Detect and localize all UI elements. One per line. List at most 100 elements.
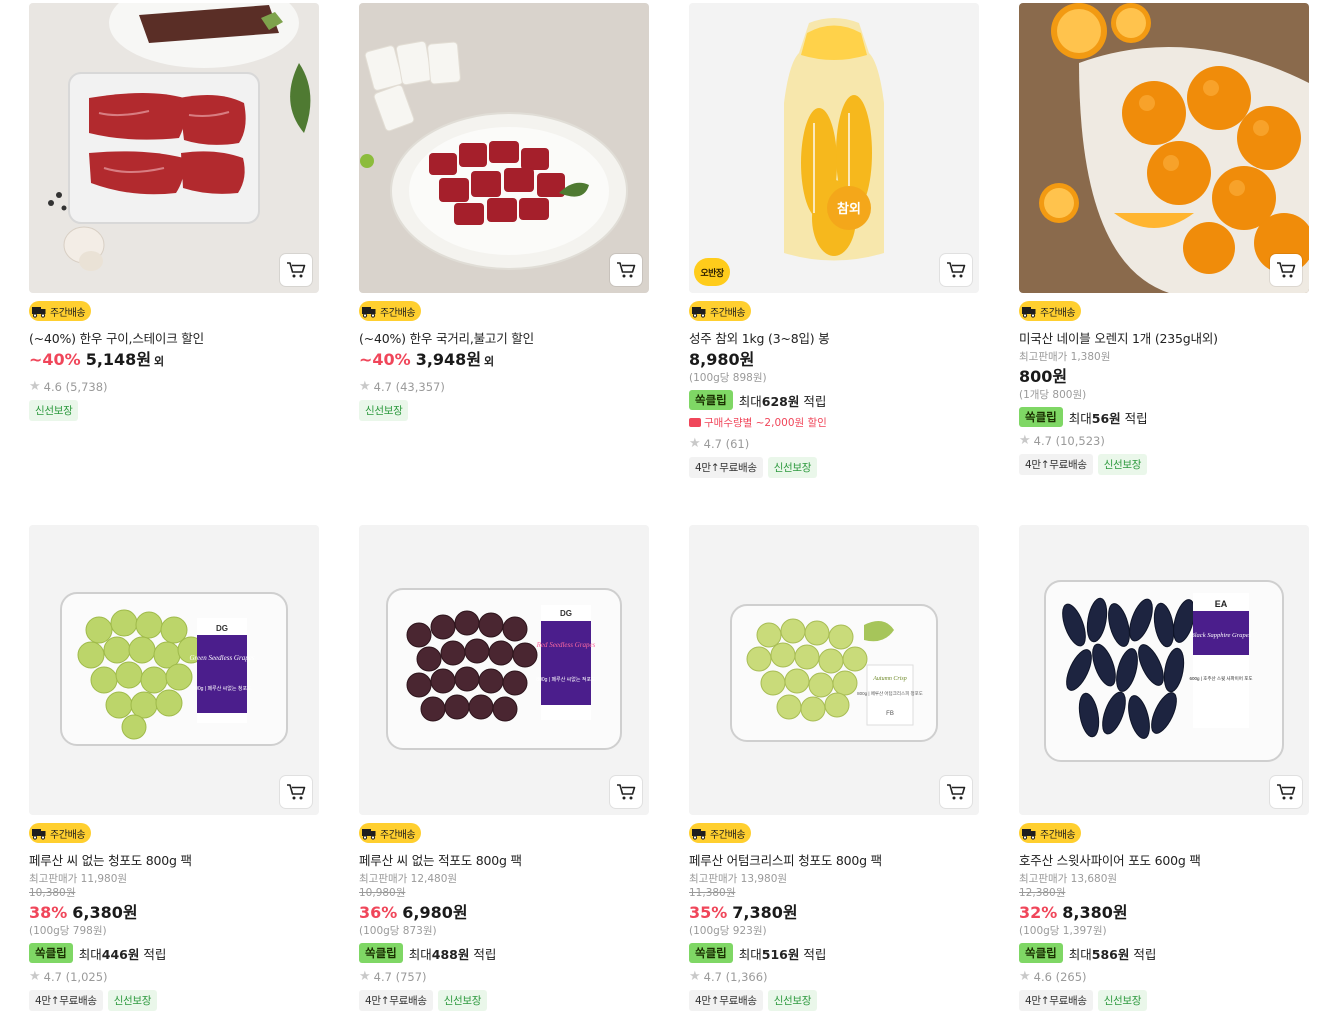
sale-price: 5,148원 bbox=[85, 350, 152, 369]
product-title[interactable]: 페루산 씨 없는 적포도 800g 팩 bbox=[359, 852, 649, 869]
cart-icon bbox=[947, 262, 966, 278]
tag-list: 4만↑무료배송 신선보장 bbox=[359, 990, 649, 1011]
star-icon: ★ bbox=[29, 969, 41, 984]
product-image-red-grapes[interactable]: DG Red Seedless Grapes 800g | 페루산 씨없는 적포… bbox=[359, 525, 649, 815]
sale-price: 800원 bbox=[1019, 367, 1068, 386]
free-shipping-tag: 4만↑무료배송 bbox=[1019, 454, 1093, 475]
add-to-cart-button[interactable] bbox=[940, 776, 972, 808]
price-row: 35% 7,380원 bbox=[689, 902, 979, 924]
fresh-guarantee-tag: 신선보장 bbox=[29, 400, 79, 421]
original-price: 10,980원 bbox=[359, 887, 406, 899]
melon-bag-photo: 참외 bbox=[689, 3, 979, 293]
product-card[interactable]: Autumn Crisp 800g | 페루산 어텀크리스피 청포도 FB 주간… bbox=[689, 525, 979, 1011]
tag-list: 4만↑무료배송 신선보장 bbox=[29, 990, 319, 1011]
free-shipping-tag: 4만↑무료배송 bbox=[359, 990, 433, 1011]
review-count: (1,025) bbox=[65, 969, 108, 984]
review-count: (757) bbox=[395, 969, 427, 984]
sale-price: 6,380원 bbox=[72, 903, 138, 922]
weekly-delivery-badge: 주간배송 bbox=[1019, 301, 1082, 321]
point-amount: 628원 bbox=[761, 393, 800, 409]
product-title[interactable]: 성주 참외 1kg (3~8입) 봉 bbox=[689, 330, 979, 347]
discount-rate: 32% bbox=[1019, 903, 1058, 922]
discount-rate: ~40% bbox=[359, 350, 411, 369]
add-to-cart-button[interactable] bbox=[610, 776, 642, 808]
star-icon: ★ bbox=[689, 436, 701, 451]
rating: ★ 4.7 (1,366) bbox=[689, 969, 979, 984]
original-price: 10,380원 bbox=[29, 887, 76, 899]
point-amount: 586원 bbox=[1091, 946, 1130, 962]
add-to-cart-button[interactable] bbox=[610, 254, 642, 286]
product-image-melon-bag[interactable]: 참외 오반장 bbox=[689, 3, 979, 293]
product-card[interactable]: EA Black Sapphire Grapes 600g | 호주산 스윗 사… bbox=[1019, 525, 1309, 1011]
unit-price: (100g당 923원) bbox=[689, 925, 767, 937]
ssok-clip-tag: 쏙클립 bbox=[1019, 407, 1063, 427]
discount-rate: ~40% bbox=[29, 350, 81, 369]
product-image-crisp-grapes[interactable]: Autumn Crisp 800g | 페루산 어텀크리스피 청포도 FB bbox=[689, 525, 979, 815]
rating: ★ 4.7 (61) bbox=[689, 436, 979, 451]
add-to-cart-button[interactable] bbox=[280, 254, 312, 286]
product-title[interactable]: (~40%) 한우 국거리,불고기 할인 bbox=[359, 330, 649, 347]
price-row: 800원 bbox=[1019, 366, 1309, 388]
product-title[interactable]: 페루산 어텀크리스피 청포도 800g 팩 bbox=[689, 852, 979, 869]
sale-price: 3,948원 bbox=[415, 350, 482, 369]
truck-icon bbox=[692, 307, 706, 318]
product-card[interactable]: DG Red Seedless Grapes 800g | 페루산 씨없는 적포… bbox=[359, 525, 649, 1011]
rating-value: 4.6 bbox=[43, 379, 62, 394]
weekly-delivery-badge: 주간배송 bbox=[29, 301, 92, 321]
ssok-clip-tag: 쏙클립 bbox=[689, 943, 733, 963]
pack-desc: 800g | 페루산 씨없는 적포도 bbox=[536, 676, 596, 683]
free-shipping-tag: 4만↑무료배송 bbox=[689, 990, 763, 1011]
unit-price: (1개당 800원) bbox=[1019, 389, 1087, 401]
product-card[interactable]: 주간배송 미국산 네이블 오렌지 1개 (235g내외) 최고판매가 1,380… bbox=[1019, 3, 1309, 475]
rating: ★ 4.6 (265) bbox=[1019, 969, 1309, 984]
product-title[interactable]: 미국산 네이블 오렌지 1개 (235g내외) bbox=[1019, 330, 1309, 347]
cart-icon bbox=[617, 262, 636, 278]
product-image-beef-stew[interactable] bbox=[359, 3, 649, 293]
product-card[interactable]: 주간배송 (~40%) 한우 국거리,불고기 할인 ~40% 3,948원 외 … bbox=[359, 3, 649, 421]
pack-script: Green Seedless Grapes bbox=[189, 654, 254, 662]
product-image-beef-steak[interactable] bbox=[29, 3, 319, 293]
unit-price: (100g당 873원) bbox=[359, 925, 437, 937]
point-amount: 516원 bbox=[761, 946, 800, 962]
point-reward: 쏙클립 최대 586원 적립 bbox=[1019, 943, 1309, 963]
rating-value: 4.7 bbox=[373, 969, 392, 984]
cart-icon bbox=[287, 262, 306, 278]
product-title[interactable]: 호주산 스윗사파이어 포도 600g 팩 bbox=[1019, 852, 1309, 869]
price-row: ~40% 3,948원 외 bbox=[359, 349, 649, 373]
ohbanjang-badge: 오반장 bbox=[694, 258, 730, 286]
tag-list: 4만↑무료배송 신선보장 bbox=[1019, 990, 1309, 1011]
cart-icon bbox=[287, 784, 306, 800]
add-to-cart-button[interactable] bbox=[1270, 254, 1302, 286]
price-row: 38% 6,380원 bbox=[29, 902, 319, 924]
free-shipping-tag: 4만↑무료배송 bbox=[1019, 990, 1093, 1011]
rating-value: 4.7 bbox=[703, 969, 722, 984]
fresh-guarantee-tag: 신선보장 bbox=[1097, 990, 1148, 1011]
max-price: 최고판매가 13,980원 bbox=[689, 873, 788, 885]
product-card[interactable]: 주간배송 (~40%) 한우 구이,스테이크 할인 ~40% 5,148원 외 … bbox=[29, 3, 319, 421]
cart-icon bbox=[1277, 262, 1296, 278]
price-row: ~40% 5,148원 외 bbox=[29, 349, 319, 373]
red-grapes-photo: DG Red Seedless Grapes 800g | 페루산 씨없는 적포… bbox=[359, 525, 649, 815]
ssok-clip-tag: 쏙클립 bbox=[1019, 943, 1063, 963]
product-image-oranges[interactable] bbox=[1019, 3, 1309, 293]
product-card[interactable]: 참외 오반장 주간배송 성주 참외 1kg (3~8입) 봉 8,980원 (1… bbox=[689, 3, 979, 478]
rating: ★ 4.7 (1,025) bbox=[29, 969, 319, 984]
point-reward: 쏙클립 최대 446원 적립 bbox=[29, 943, 319, 963]
product-title[interactable]: 페루산 씨 없는 청포도 800g 팩 bbox=[29, 852, 319, 869]
add-to-cart-button[interactable] bbox=[1270, 776, 1302, 808]
product-image-sapphire-grapes[interactable]: EA Black Sapphire Grapes 600g | 호주산 스윗 사… bbox=[1019, 525, 1309, 815]
rating: ★ 4.7 (10,523) bbox=[1019, 433, 1309, 448]
add-to-cart-button[interactable] bbox=[940, 254, 972, 286]
point-reward: 쏙클립 최대 56원 적립 bbox=[1019, 407, 1309, 427]
sale-price: 7,380원 bbox=[732, 903, 798, 922]
product-image-green-grapes[interactable]: DG Green Seedless Grapes 800g | 페루산 씨없는 … bbox=[29, 525, 319, 815]
tag-list: 4만↑무료배송 신선보장 bbox=[689, 990, 979, 1011]
ssok-clip-tag: 쏙클립 bbox=[689, 390, 733, 410]
cart-icon bbox=[617, 784, 636, 800]
price-row: 36% 6,980원 bbox=[359, 902, 649, 924]
add-to-cart-button[interactable] bbox=[280, 776, 312, 808]
product-card[interactable]: DG Green Seedless Grapes 800g | 페루산 씨없는 … bbox=[29, 525, 319, 1011]
beef-stew-photo bbox=[359, 3, 649, 293]
discount-rate: 38% bbox=[29, 903, 68, 922]
product-title[interactable]: (~40%) 한우 구이,스테이크 할인 bbox=[29, 330, 319, 347]
